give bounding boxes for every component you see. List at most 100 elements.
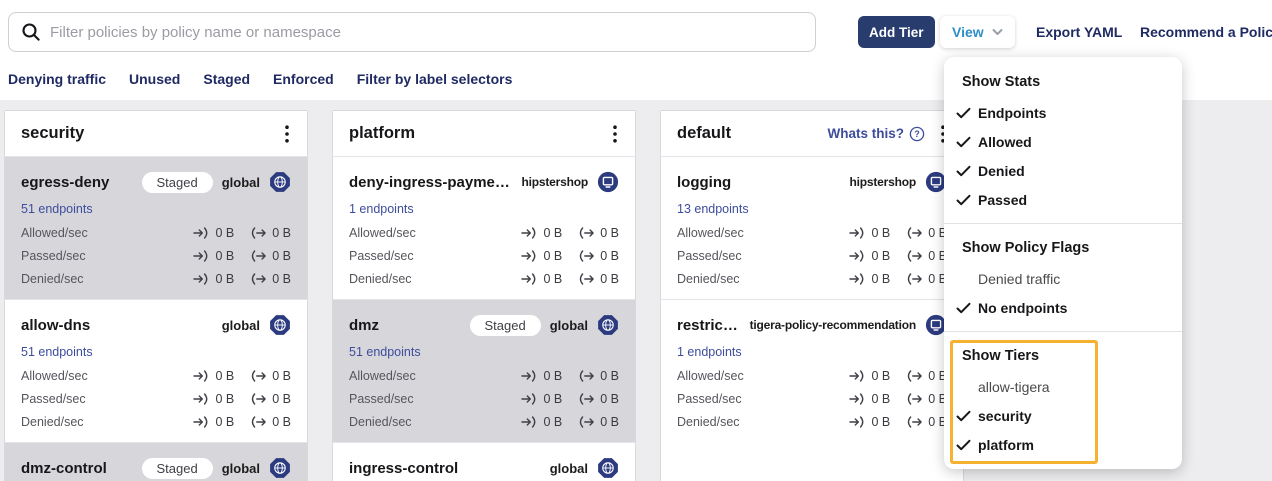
policy-card[interactable]: dmzStagedglobal51 endpointsAllowed/sec0 … xyxy=(333,299,635,442)
tier-menu-kebab-icon[interactable] xyxy=(611,125,619,143)
view-dropdown-menu: Show StatsEndpointsAllowedDeniedPassedSh… xyxy=(944,57,1182,469)
policy-card[interactable]: dmz-controlStagedglobal51 endpointsAllow… xyxy=(5,442,307,481)
egress-icon xyxy=(578,393,595,405)
filter-unused[interactable]: Unused xyxy=(129,71,180,87)
ingress-value: 0 B xyxy=(521,272,562,286)
ingress-bytes: 0 B xyxy=(871,415,890,429)
stat-row: Passed/sec0 B0 B xyxy=(21,244,291,267)
endpoints-link[interactable]: 1 endpoints xyxy=(677,345,742,359)
filter-enforced[interactable]: Enforced xyxy=(273,71,334,87)
ingress-value: 0 B xyxy=(193,415,234,429)
policy-scope-label: global xyxy=(550,318,588,333)
whats-this-link[interactable]: Whats this?? xyxy=(828,126,926,142)
menu-item-endpoints[interactable]: Endpoints xyxy=(944,98,1182,127)
egress-icon xyxy=(578,416,595,428)
global-icon xyxy=(597,314,619,336)
stat-row: Denied/sec0 B0 B xyxy=(677,410,947,433)
menu-item-label: No endpoints xyxy=(978,300,1067,316)
ingress-icon xyxy=(193,227,210,239)
ingress-value: 0 B xyxy=(521,249,562,263)
recommend-policy-link[interactable]: Recommend a Policy xyxy=(1140,24,1272,40)
policy-card[interactable]: allow-dnsglobal51 endpointsAllowed/sec0 … xyxy=(5,299,307,442)
menu-item-passed[interactable]: Passed xyxy=(944,185,1182,214)
menu-item-denied-traffic[interactable]: Denied traffic xyxy=(944,264,1182,293)
filter-label-selectors[interactable]: Filter by label selectors xyxy=(357,71,513,87)
policy-name: ingress-control xyxy=(349,460,541,477)
ingress-value: 0 B xyxy=(193,369,234,383)
stat-label: Denied/sec xyxy=(21,272,84,286)
ingress-icon xyxy=(521,227,538,239)
endpoints-link[interactable]: 51 endpoints xyxy=(21,202,93,216)
stat-row: Passed/sec0 B0 B xyxy=(349,387,619,410)
egress-bytes: 0 B xyxy=(600,272,619,286)
global-icon xyxy=(269,314,291,336)
policy-name: dmz-control xyxy=(21,460,133,477)
policy-card[interactable]: deny-ingress-paymentservi…hipstershop1 e… xyxy=(333,157,635,299)
endpoints-link[interactable]: 1 endpoints xyxy=(349,202,414,216)
stat-label: Allowed/sec xyxy=(349,226,416,240)
policy-card-title-row: dmz-controlStagedglobal xyxy=(21,456,291,480)
global-icon xyxy=(597,457,619,479)
menu-item-allowed[interactable]: Allowed xyxy=(944,127,1182,156)
ingress-value: 0 B xyxy=(849,392,890,406)
menu-item-denied[interactable]: Denied xyxy=(944,156,1182,185)
tier-header-platform: platform xyxy=(333,111,635,157)
menu-item-no-endpoints[interactable]: No endpoints xyxy=(944,293,1182,322)
policy-card[interactable]: restrictedtigera-policy-recommendation1 … xyxy=(661,299,963,442)
stat-label: Allowed/sec xyxy=(21,369,88,383)
ingress-icon xyxy=(849,370,866,382)
policy-card[interactable]: ingress-controlglobal51 endpointsAllowed… xyxy=(333,442,635,481)
policy-filter-search[interactable] xyxy=(8,12,816,52)
filter-staged[interactable]: Staged xyxy=(203,71,250,87)
ingress-icon xyxy=(849,227,866,239)
egress-icon xyxy=(578,227,595,239)
stat-row: Denied/sec0 B0 B xyxy=(349,267,619,290)
egress-bytes: 0 B xyxy=(600,249,619,263)
egress-value: 0 B xyxy=(906,369,947,383)
policy-card[interactable]: egress-denyStagedglobal51 endpointsAllow… xyxy=(5,157,307,299)
egress-icon xyxy=(250,393,267,405)
stat-values: 0 B0 B xyxy=(521,226,619,240)
egress-value: 0 B xyxy=(250,272,291,286)
menu-item-label: security xyxy=(978,408,1032,424)
menu-section-header: Show Stats xyxy=(944,67,1182,98)
tier-title: security xyxy=(21,124,84,143)
endpoints-link[interactable]: 13 endpoints xyxy=(677,202,749,216)
egress-icon xyxy=(250,227,267,239)
question-circle-icon: ? xyxy=(909,126,925,142)
add-tier-button[interactable]: Add Tier xyxy=(858,16,935,48)
endpoints-link[interactable]: 51 endpoints xyxy=(21,345,93,359)
check-icon xyxy=(956,194,972,206)
filter-denying-traffic[interactable]: Denying traffic xyxy=(8,71,106,87)
menu-item-platform[interactable]: platform xyxy=(944,430,1182,459)
egress-icon xyxy=(906,250,923,262)
stat-row: Denied/sec0 B0 B xyxy=(21,410,291,433)
tier-menu-kebab-icon[interactable] xyxy=(283,125,291,143)
view-menu-button[interactable]: View xyxy=(940,16,1015,48)
stat-values: 0 B0 B xyxy=(849,249,947,263)
stat-row: Passed/sec0 B0 B xyxy=(21,387,291,410)
global-icon xyxy=(269,171,291,193)
ingress-icon xyxy=(193,416,210,428)
ingress-bytes: 0 B xyxy=(215,272,234,286)
egress-icon xyxy=(250,370,267,382)
policy-card[interactable]: logginghipstershop13 endpointsAllowed/se… xyxy=(661,157,963,299)
staged-badge: Staged xyxy=(470,315,541,336)
menu-item-security[interactable]: security xyxy=(944,401,1182,430)
ingress-bytes: 0 B xyxy=(871,226,890,240)
egress-icon xyxy=(906,370,923,382)
stat-label: Denied/sec xyxy=(677,272,740,286)
menu-item-allow-tigera[interactable]: allow-tigera xyxy=(944,372,1182,401)
stat-values: 0 B0 B xyxy=(521,392,619,406)
egress-bytes: 0 B xyxy=(272,392,291,406)
policy-filter-input[interactable] xyxy=(50,24,803,41)
stat-row: Allowed/sec 0 B0 B xyxy=(349,221,619,244)
stat-values: 0 B 0 B xyxy=(193,272,291,286)
egress-value: 0 B xyxy=(578,249,619,263)
stat-values: 0 B0 B xyxy=(849,272,947,286)
ingress-bytes: 0 B xyxy=(215,249,234,263)
export-yaml-link[interactable]: Export YAML xyxy=(1036,24,1122,40)
policy-scope-label: tigera-policy-recommendation xyxy=(750,318,916,332)
policy-scope-label: global xyxy=(222,175,260,190)
endpoints-link[interactable]: 51 endpoints xyxy=(349,345,421,359)
